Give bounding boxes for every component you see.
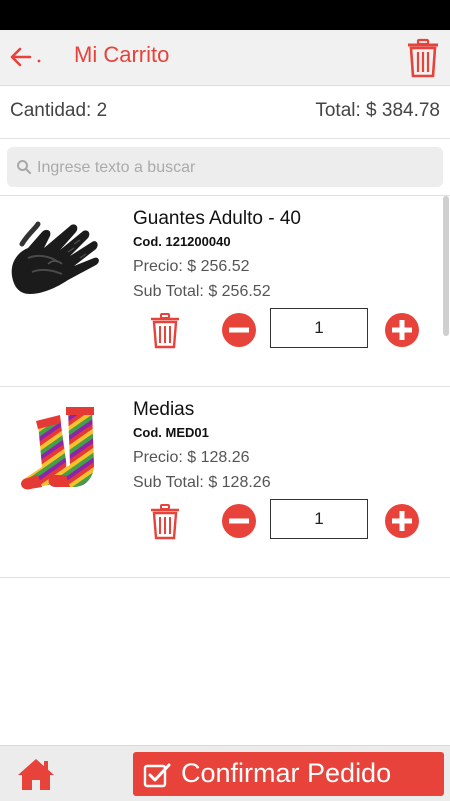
search-icon bbox=[17, 160, 32, 175]
product-name: Guantes Adulto - 40 bbox=[133, 208, 301, 229]
home-icon[interactable] bbox=[16, 756, 56, 792]
product-code: Cod. MED01 bbox=[133, 425, 209, 440]
increase-quantity-plus-icon[interactable] bbox=[384, 312, 420, 348]
remove-item-trash-icon[interactable] bbox=[150, 504, 180, 540]
status-bar bbox=[0, 0, 450, 30]
product-image-gloves bbox=[11, 221, 99, 294]
decrease-quantity-minus-icon[interactable] bbox=[221, 503, 257, 539]
confirm-order-label: Confirmar Pedido bbox=[181, 758, 392, 788]
product-code: Cod. 121200040 bbox=[133, 234, 231, 249]
checkbox-icon bbox=[143, 763, 171, 788]
cart-list: Guantes Adulto - 40 Cod. 121200040 Preci… bbox=[0, 195, 450, 578]
cart-item: Guantes Adulto - 40 Cod. 121200040 Preci… bbox=[0, 195, 450, 386]
product-subtotal: Sub Total: $ 256.52 bbox=[133, 283, 271, 300]
search-input[interactable] bbox=[35, 147, 439, 189]
product-price: Precio: $ 256.52 bbox=[133, 258, 250, 275]
arrow-left-icon[interactable] bbox=[6, 42, 44, 72]
scrollbar[interactable] bbox=[443, 196, 449, 336]
trash-icon[interactable] bbox=[406, 38, 440, 78]
product-subtotal: Sub Total: $ 128.26 bbox=[133, 474, 271, 491]
quantity-field[interactable] bbox=[270, 308, 368, 348]
bottom-bar: Confirmar Pedido bbox=[0, 745, 450, 801]
page-title: Mi Carrito bbox=[74, 42, 170, 67]
cart-total: Total: $ 384.78 bbox=[315, 100, 440, 121]
product-price: Precio: $ 128.26 bbox=[133, 449, 250, 466]
decrease-quantity-minus-icon[interactable] bbox=[221, 312, 257, 348]
cart-item: Medias Cod. MED01 Precio: $ 128.26 Sub T… bbox=[0, 386, 450, 578]
cart-summary: Cantidad: 2 Total: $ 384.78 bbox=[0, 86, 450, 139]
quantity-field[interactable] bbox=[270, 499, 368, 539]
cart-quantity: Cantidad: 2 bbox=[10, 100, 108, 121]
confirm-order-button[interactable]: Confirmar Pedido bbox=[133, 752, 444, 796]
search-bar[interactable] bbox=[7, 147, 443, 189]
remove-item-trash-icon[interactable] bbox=[150, 313, 180, 349]
increase-quantity-plus-icon[interactable] bbox=[384, 503, 420, 539]
product-name: Medias bbox=[133, 399, 195, 420]
app-bar: Mi Carrito bbox=[0, 30, 450, 86]
product-image-socks bbox=[21, 407, 94, 490]
